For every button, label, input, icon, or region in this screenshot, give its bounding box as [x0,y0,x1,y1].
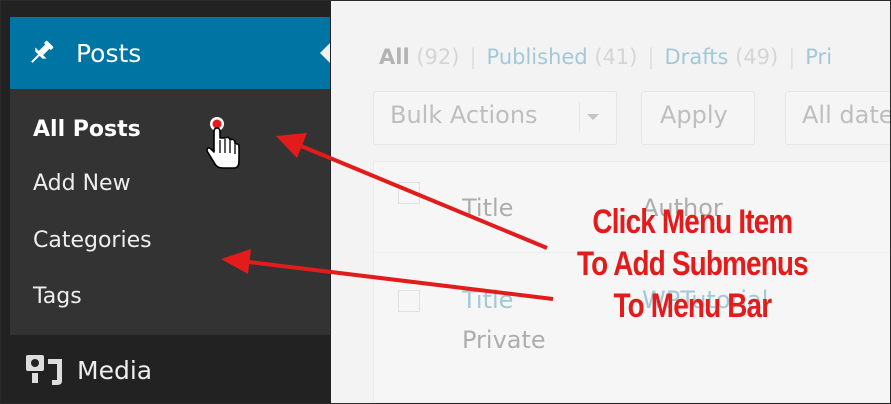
screenshot-frame: Posts All Posts Add New Categories Tags … [0,0,891,404]
annotation-line: To Add Submenus [576,245,809,284]
annotation-line: Click Menu Item [592,203,793,241]
arrow-to-all-posts [300,144,548,250]
annotation-callout: Click Menu Item To Add Submenus To Menu … [553,201,832,327]
annotation-line: To Menu Bar [613,287,773,326]
arrow-to-categories [248,260,554,301]
arrow-head [221,249,251,274]
